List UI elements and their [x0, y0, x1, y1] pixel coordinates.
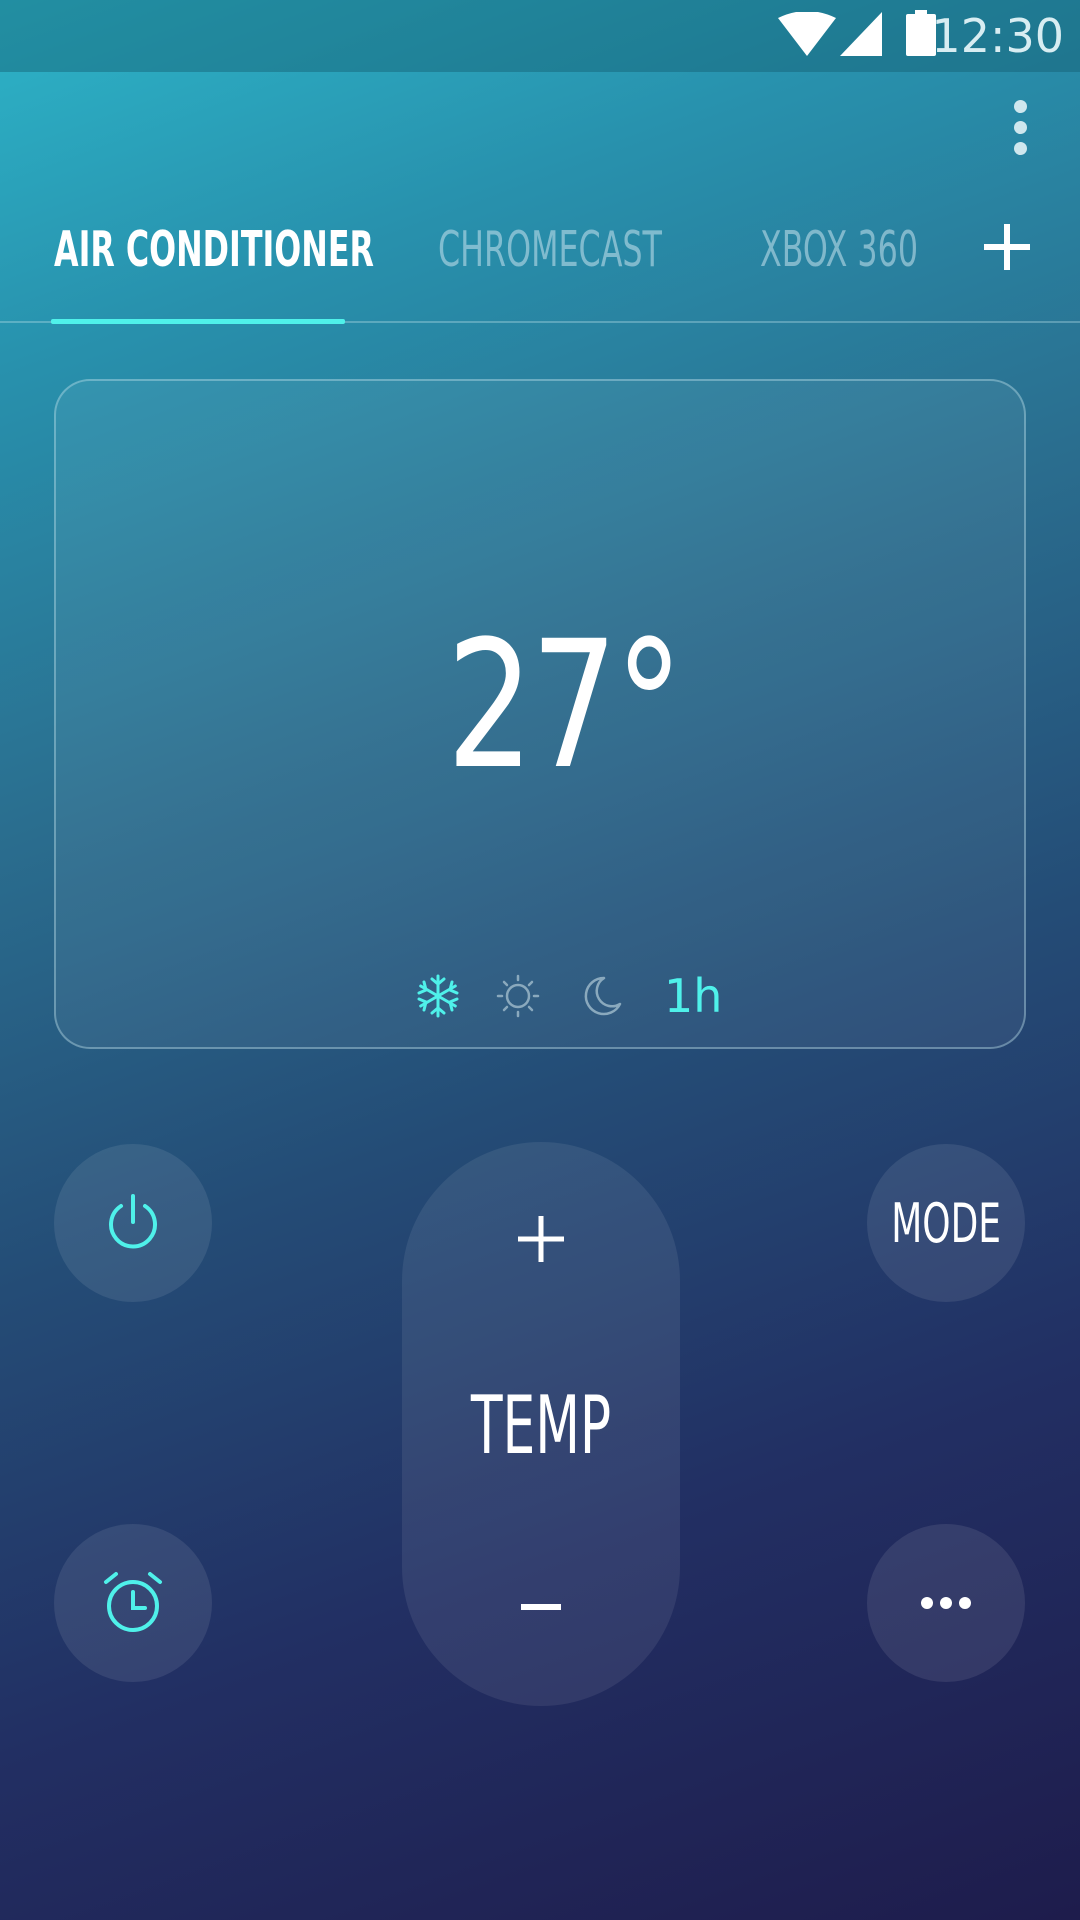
more-vertical-icon[interactable]: [996, 92, 1044, 162]
increase-temperature-button[interactable]: [518, 1216, 564, 1262]
tab-chromecast[interactable]: CHROMECAST: [438, 210, 662, 290]
mode-button-label: MODE: [891, 1191, 1001, 1255]
status-time: 12:30: [931, 9, 1064, 63]
wifi-icon: [778, 12, 836, 56]
more-options-button[interactable]: [867, 1524, 1025, 1682]
timer-button[interactable]: [54, 1524, 212, 1682]
cell-signal-icon: [840, 12, 882, 56]
decrease-temperature-button[interactable]: [521, 1604, 561, 1610]
status-bar: 12:30: [0, 0, 1080, 72]
sun-icon: [496, 974, 540, 1018]
overflow-dot: [1013, 99, 1027, 113]
timer-duration: 1h: [664, 969, 723, 1023]
moon-icon: [584, 976, 622, 1016]
power-button[interactable]: [54, 1144, 212, 1302]
mode-button[interactable]: MODE: [867, 1144, 1025, 1302]
tab-xbox-360[interactable]: XBOX 360: [760, 210, 918, 290]
more-horizontal-icon: [921, 1597, 971, 1609]
snowflake-icon: [417, 974, 459, 1018]
add-device-button[interactable]: [978, 212, 1036, 282]
tab-air-conditioner[interactable]: AIR CONDITIONER: [54, 210, 374, 290]
alarm-clock-icon: [104, 1572, 162, 1632]
overflow-dot: [1013, 120, 1027, 134]
active-tab-indicator: [51, 319, 345, 324]
overflow-dot: [1013, 141, 1027, 155]
temperature-control-label: TEMP: [470, 1379, 612, 1472]
temperature-value: 27°: [446, 603, 683, 808]
power-icon: [109, 1194, 157, 1249]
